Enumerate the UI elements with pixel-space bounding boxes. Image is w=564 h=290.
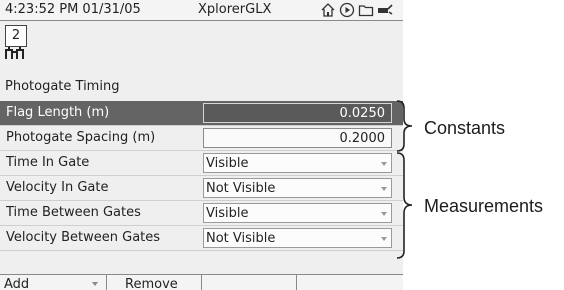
constants-brace [396, 100, 413, 152]
measurements-annotation: Measurements [424, 196, 544, 216]
annotation-braces [396, 100, 413, 259]
measurements-brace [396, 152, 413, 259]
constants-annotation: Constants [424, 118, 506, 138]
